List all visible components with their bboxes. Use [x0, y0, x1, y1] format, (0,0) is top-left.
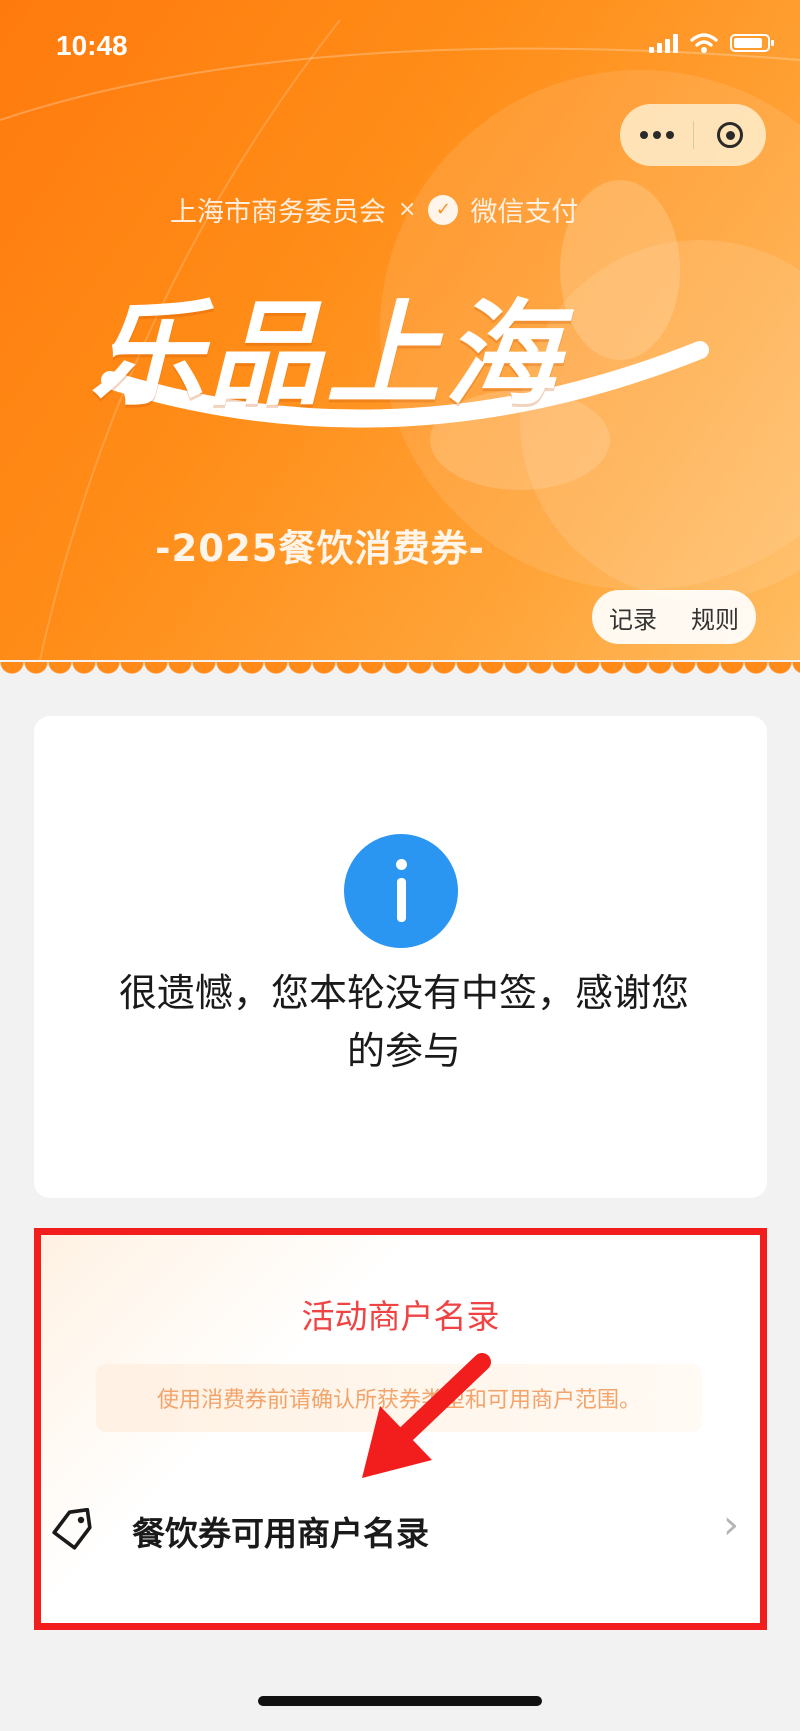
banner-scallop-edge [0, 662, 800, 686]
sponsor-commerce-commission: 上海市商务委员会 [170, 197, 386, 228]
merchant-directory-card: 活动商户名录 使用消费券前请确认所获券类型和可用商户范围。 餐饮券可用商户名录 … [34, 1228, 767, 1630]
info-icon [344, 834, 458, 948]
miniprogram-capsule [620, 104, 766, 166]
tag-icon [52, 1508, 92, 1550]
chevron-right-icon: › [723, 1502, 739, 1548]
coupon-notice: 使用消费券前请确认所获券类型和可用商户范围。 [96, 1364, 702, 1432]
battery-icon [730, 34, 774, 52]
sponsor-line: 上海市商务委员会 × ✓ 微信支付 [170, 190, 578, 229]
merchant-section-title: 活动商户名录 [301, 1297, 500, 1336]
records-link[interactable]: 记录 [609, 600, 657, 635]
wechat-pay-icon: ✓ [428, 194, 459, 225]
activity-banner: 10:48 上海市商务委员会 × ✓ 微信支付 乐品上海 -2025餐饮消费券-… [0, 0, 800, 660]
banner-title: 乐品上海 [90, 288, 563, 421]
sponsor-separator: × [398, 197, 417, 222]
cellular-signal-icon [649, 33, 678, 53]
status-time: 10:48 [56, 30, 128, 61]
more-options-icon[interactable] [620, 131, 693, 139]
dining-merchant-list-row[interactable]: 餐饮券可用商户名录 › [34, 1478, 767, 1578]
lottery-result-card: 很遗憾，您本轮没有中签，感谢您的参与 [34, 716, 767, 1198]
banner-links: 记录 规则 [592, 590, 756, 644]
dining-merchant-list-label: 餐饮券可用商户名录 [132, 1514, 429, 1553]
rules-link[interactable]: 规则 [691, 600, 739, 635]
home-indicator [258, 1696, 542, 1706]
banner-subtitle: -2025餐饮消费券- [155, 527, 485, 570]
status-icons [649, 32, 774, 54]
close-miniprogram-icon[interactable] [694, 122, 766, 148]
result-message: 很遗憾，您本轮没有中签，感谢您的参与 [118, 971, 689, 1073]
sponsor-wechat-pay: 微信支付 [470, 197, 579, 228]
wifi-icon [690, 33, 718, 53]
